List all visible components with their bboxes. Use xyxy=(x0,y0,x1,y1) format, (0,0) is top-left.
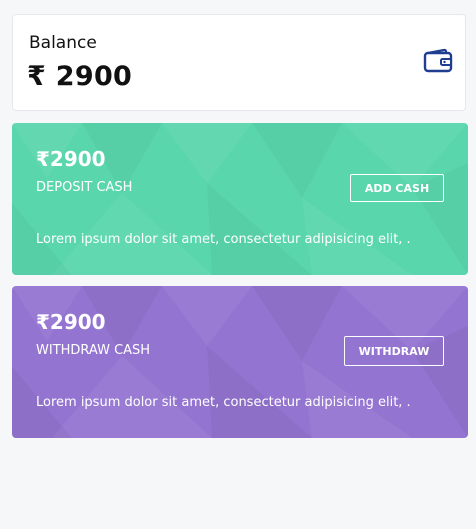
withdraw-description: Lorem ipsum dolor sit amet, consectetur … xyxy=(36,395,411,410)
deposit-label: DEPOSIT CASH xyxy=(36,180,133,195)
withdraw-label: WITHDRAW CASH xyxy=(36,343,151,358)
deposit-amount: ₹2900 xyxy=(36,147,106,171)
deposit-description: Lorem ipsum dolor sit amet, consectetur … xyxy=(36,232,411,247)
deposit-card: ₹2900 DEPOSIT CASH ADD CASH Lorem ipsum … xyxy=(12,123,468,275)
balance-amount: ₹ 2900 xyxy=(27,61,133,92)
withdraw-amount: ₹2900 xyxy=(36,310,106,334)
withdraw-button[interactable]: WITHDRAW xyxy=(344,336,444,366)
wallet-icon xyxy=(423,48,453,73)
withdraw-card: ₹2900 WITHDRAW CASH WITHDRAW Lorem ipsum… xyxy=(12,286,468,438)
balance-title: Balance xyxy=(29,33,97,53)
add-cash-button[interactable]: ADD CASH xyxy=(350,174,444,202)
balance-card: Balance ₹ 2900 xyxy=(12,14,466,111)
